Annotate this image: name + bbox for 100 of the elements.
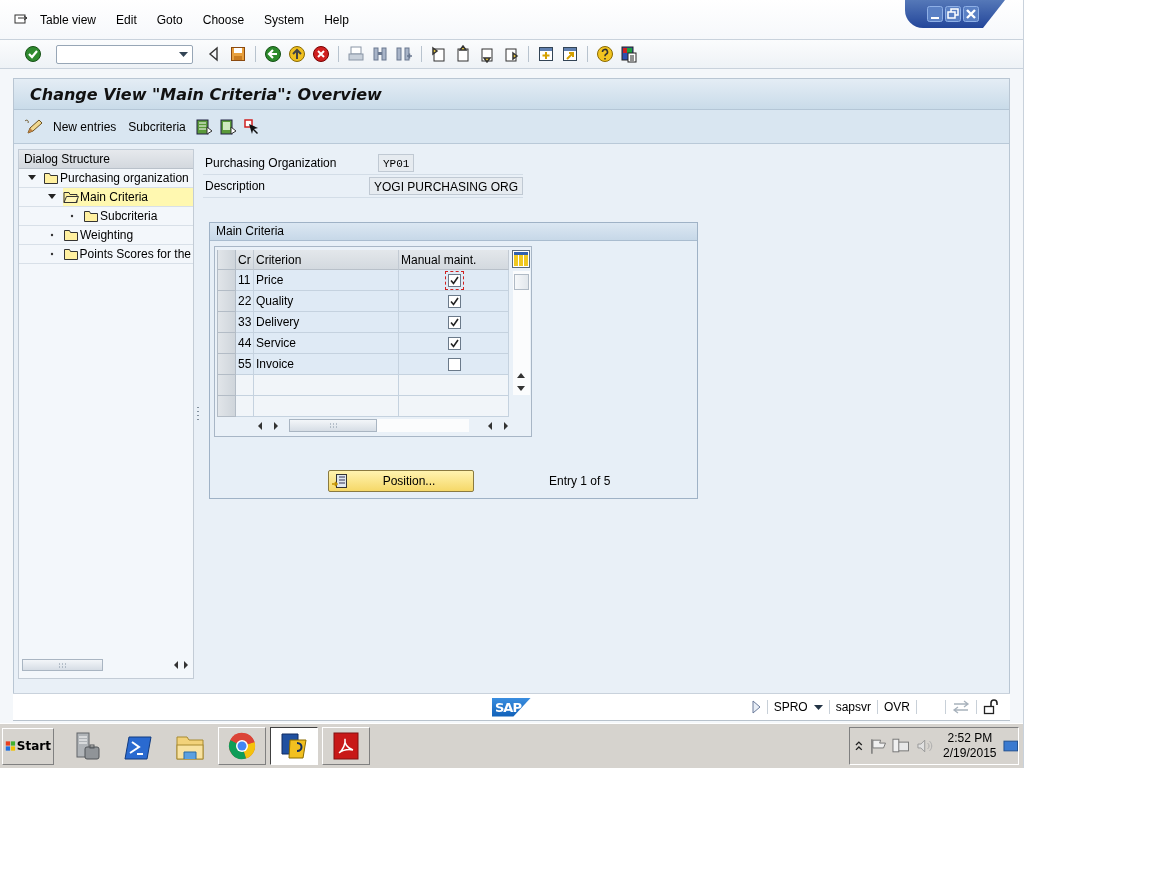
entry-counter: Entry 1 of 5 — [549, 474, 611, 488]
grip-icon — [59, 662, 66, 668]
menu-item[interactable]: Goto — [156, 13, 183, 27]
toolbar-button[interactable]: Subcriteria — [125, 117, 189, 136]
network-icon[interactable] — [892, 737, 910, 755]
shortcut-icon[interactable] — [561, 45, 579, 63]
dropdown-arrow-icon[interactable] — [813, 704, 823, 710]
transaction-code: SPRO — [773, 700, 808, 714]
group-title: Main Criteria — [210, 223, 697, 241]
table-cell: Invoice — [254, 354, 399, 375]
tree-node[interactable]: Subcriteria — [100, 207, 193, 225]
back-icon[interactable] — [264, 45, 282, 63]
table-cell: 55 — [236, 354, 254, 375]
save-icon[interactable] — [229, 45, 247, 63]
scroll-up-icon[interactable] — [517, 373, 525, 378]
maximize-icon[interactable] — [945, 6, 961, 22]
column-settings-icon[interactable] — [512, 250, 530, 268]
enter-icon[interactable] — [24, 45, 42, 63]
menu-item[interactable]: Choose — [202, 13, 245, 27]
pencil-icon[interactable] — [24, 117, 44, 136]
last-page-icon[interactable] — [502, 45, 520, 63]
find-next-icon[interactable] — [395, 45, 413, 63]
scroll-thumb[interactable] — [513, 274, 529, 290]
layout-icon[interactable] — [620, 45, 638, 63]
browser-icon — [227, 731, 257, 761]
menu-item[interactable]: Table view — [40, 13, 97, 27]
table-cell: 44 — [236, 333, 254, 354]
table-cell: 22 — [236, 291, 254, 312]
flag-icon[interactable] — [868, 737, 887, 755]
menu-item[interactable]: System — [264, 13, 305, 27]
scroll-right-icon[interactable] — [273, 421, 279, 430]
check-icon — [450, 317, 459, 327]
scroll-thumb[interactable] — [22, 659, 103, 671]
select-block-icon[interactable] — [242, 117, 261, 136]
grip-icon — [329, 423, 337, 428]
show-hidden-icons-icon[interactable] — [855, 741, 863, 751]
pdf-document-icon — [331, 731, 361, 761]
taskbar-app-button[interactable] — [270, 727, 318, 765]
minimize-icon[interactable] — [927, 6, 943, 22]
show-desktop-icon[interactable] — [1002, 739, 1018, 753]
scroll-left-icon[interactable] — [487, 421, 493, 430]
padlock-icon[interactable] — [983, 699, 999, 715]
screen-title: Change View "Main Criteria": Overview — [30, 84, 382, 104]
scroll-left-icon[interactable] — [257, 421, 263, 430]
start-button[interactable]: Start — [2, 727, 54, 765]
expand-status-icon[interactable] — [750, 700, 761, 714]
clock-time[interactable]: 2:52 PM — [947, 731, 993, 746]
scroll-left-icon[interactable] — [173, 661, 179, 669]
select-all-icon[interactable] — [194, 117, 213, 136]
position-button[interactable]: Position... — [328, 470, 474, 492]
table-cell: Quality — [254, 291, 399, 312]
tree-node[interactable]: Weighting — [80, 226, 193, 244]
new-session-icon[interactable] — [537, 45, 555, 63]
scroll-right-icon[interactable] — [183, 661, 189, 669]
vertical-scrollbar[interactable] — [512, 271, 530, 395]
menu-item[interactable]: Help — [324, 13, 349, 27]
open-folder-icon — [63, 191, 79, 203]
tree-node[interactable]: Points Scores for the — [79, 245, 193, 263]
cancel-icon[interactable] — [312, 45, 330, 63]
dropdown-arrow-icon[interactable] — [179, 51, 188, 57]
sap-logon-icon — [279, 731, 309, 761]
table-cell: 33 — [236, 312, 254, 333]
scroll-thumb[interactable] — [289, 419, 377, 432]
scroll-right-icon[interactable] — [503, 421, 509, 430]
checkbox[interactable] — [445, 270, 464, 290]
expand-arrow-icon[interactable] — [48, 193, 56, 201]
scroll-down-icon[interactable] — [517, 386, 525, 391]
command-field[interactable] — [56, 44, 193, 64]
deselect-all-icon[interactable] — [218, 117, 237, 136]
check-icon — [450, 338, 459, 348]
sap-logo: SAP — [492, 697, 531, 717]
column-header[interactable]: Criterion — [254, 250, 399, 270]
help-icon[interactable] — [596, 45, 614, 63]
bullet-icon[interactable] — [48, 231, 56, 239]
previous-page-icon[interactable] — [454, 45, 472, 63]
exit-icon[interactable] — [288, 45, 306, 63]
close-icon[interactable] — [963, 6, 979, 22]
expand-arrow-icon[interactable] — [28, 174, 36, 182]
toolbar-button[interactable]: New entries — [50, 117, 120, 136]
check-icon — [450, 275, 459, 285]
first-page-icon[interactable] — [430, 45, 448, 63]
find-icon[interactable] — [371, 45, 389, 63]
connection-icon — [952, 700, 970, 714]
column-header[interactable]: Cr — [236, 250, 254, 270]
menu-item[interactable]: Edit — [116, 13, 137, 27]
next-page-icon[interactable] — [478, 45, 496, 63]
column-header[interactable]: Manual maint. — [399, 250, 509, 270]
field-label: Description — [204, 178, 267, 195]
windows-logo-icon — [5, 739, 16, 753]
clock-date[interactable]: 2/19/2015 — [943, 746, 997, 761]
table-cell: Delivery — [254, 312, 399, 333]
folder-icon — [43, 172, 59, 184]
menu-icon[interactable] — [14, 13, 28, 27]
bullet-icon[interactable] — [68, 212, 76, 220]
folder-icon — [63, 229, 79, 241]
code-field: YP01 — [378, 154, 415, 172]
panel-header: Dialog Structure — [19, 150, 193, 169]
field-label: Purchasing Organization — [204, 155, 338, 172]
input-field: YOGI PURCHASING ORG — [368, 177, 523, 195]
table-cell: Price — [254, 270, 399, 291]
